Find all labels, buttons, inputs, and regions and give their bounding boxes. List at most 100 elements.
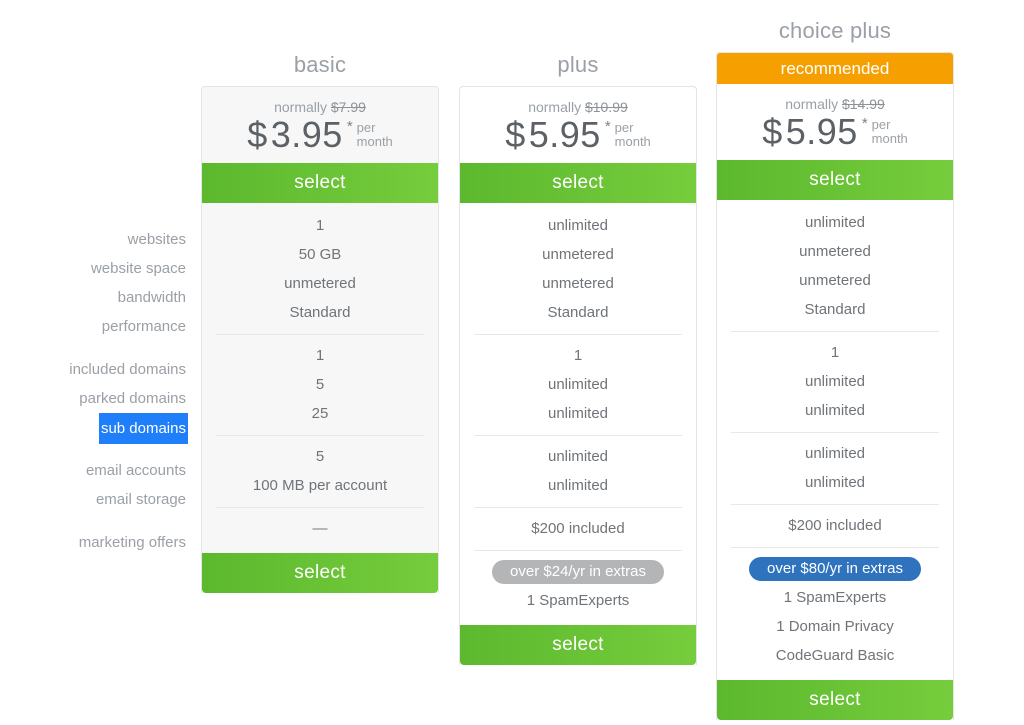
label-group-gap	[0, 341, 186, 355]
feature-label-text: performance	[101, 318, 186, 335]
divider-rule	[474, 334, 682, 335]
price-value: 5.95	[528, 114, 601, 155]
plan-card-plus: normally $10.99 $5.95 * per month select…	[459, 86, 697, 665]
price-amount-basic: $3.95	[247, 117, 343, 153]
normally-prefix: normally	[274, 99, 327, 115]
label-group-gap	[0, 442, 186, 456]
normally-price-choice-plus: normally $14.99	[717, 96, 953, 112]
month-text: month	[871, 131, 908, 146]
per-text: per	[614, 120, 634, 135]
price-value: 5.95	[785, 111, 858, 152]
feature-value-included-domains: 1	[573, 347, 583, 364]
divider-rule	[474, 435, 682, 436]
feature-divider	[717, 497, 953, 511]
per-month-basic: per month	[357, 117, 393, 149]
feature-value-email-storage: 100 MB per account	[252, 477, 388, 494]
normally-struck-price: $7.99	[330, 99, 366, 115]
feature-label-text: bandwidth	[117, 289, 186, 306]
month-text: month	[614, 134, 651, 149]
select-button-plus-bottom[interactable]: select	[460, 625, 696, 665]
feature-value-website-space: unmetered	[542, 246, 614, 263]
normally-struck-price: $14.99	[841, 96, 885, 112]
feature-value-bandwidth: unmetered	[799, 272, 871, 289]
per-month-plus: per month	[615, 117, 651, 149]
feature-label-email-storage: email storage	[0, 485, 186, 514]
feature-list-choice-plus: unlimited unmetered unmetered Standard 1…	[717, 200, 953, 680]
feature-top-pad	[460, 203, 696, 211]
select-button-choice-plus-top[interactable]: select	[717, 160, 953, 200]
feature-label-sub-domains[interactable]: sub domains	[0, 413, 188, 444]
feature-value-parked-domains: unlimited	[804, 373, 866, 390]
feature-value-sub-domains: unlimited	[547, 405, 609, 422]
divider-rule	[474, 550, 682, 551]
feature-list-plus: unlimited unmetered unmetered Standard 1…	[460, 203, 696, 625]
feature-divider	[717, 540, 953, 554]
feature-value-performance: Standard	[804, 301, 866, 318]
feature-value-bandwidth: unmetered	[284, 275, 356, 292]
feature-divider	[460, 500, 696, 514]
feature-value-email-storage: unlimited	[804, 474, 866, 491]
feature-label-parked-domains: parked domains	[0, 384, 186, 413]
select-button-choice-plus-bottom[interactable]: select	[717, 680, 953, 720]
currency-symbol: $	[762, 111, 783, 152]
feature-value-marketing-offers: $200 included	[531, 520, 625, 537]
feature-label-websites: websites	[0, 225, 186, 254]
feature-value-websites: unlimited	[804, 214, 866, 231]
plan-card-choice-plus: recommended normally $14.99 $5.95 * per …	[716, 52, 954, 720]
price-block-plus: normally $10.99 $5.95 * per month	[460, 87, 696, 163]
price-amount-plus: $5.95	[505, 117, 601, 153]
price-block-basic: normally $7.99 $3.95 * per month	[202, 87, 438, 163]
feature-value-website-space: 50 GB	[298, 246, 342, 263]
extras-pill-row-choice-plus: over $80/yr in extras	[717, 554, 953, 583]
price-asterisk: *	[604, 118, 611, 135]
select-button-basic-top[interactable]: select	[202, 163, 438, 203]
feature-value-sub-domains: 25	[311, 405, 329, 422]
feature-value-performance: Standard	[547, 304, 609, 321]
extras-item-spamexperts: 1 SpamExperts	[526, 592, 630, 609]
feature-value-included-domains: 1	[830, 344, 840, 361]
label-group-gap	[0, 514, 186, 528]
feature-value-email-accounts: 5	[315, 448, 325, 465]
select-button-plus-top[interactable]: select	[460, 163, 696, 203]
feature-label-text-selected: sub domains	[98, 413, 188, 444]
divider-rule	[731, 432, 939, 433]
divider-rule	[731, 331, 939, 332]
feature-value-parked-domains: 5	[315, 376, 325, 393]
price-asterisk: *	[861, 115, 868, 132]
plan-column-plus: plus normally $10.99 $5.95 * per month s…	[459, 52, 697, 665]
plan-column-basic: basic normally $7.99 $3.95 * per month s…	[201, 52, 439, 593]
normally-price-basic: normally $7.99	[202, 99, 438, 115]
price-line-choice-plus: $5.95 * per month	[717, 114, 953, 150]
extras-pill-choice-plus[interactable]: over $80/yr in extras	[749, 556, 921, 581]
feature-value-email-storage: unlimited	[547, 477, 609, 494]
feature-value-email-accounts: unlimited	[804, 445, 866, 462]
plan-title-choice-plus: choice plus	[778, 18, 892, 43]
extras-item-codeguard-basic: CodeGuard Basic	[775, 647, 895, 664]
feature-label-text: email accounts	[85, 462, 186, 479]
plan-column-choice-plus: choice plus recommended normally $14.99 …	[716, 18, 954, 720]
feature-label-included-domains: included domains	[0, 355, 186, 384]
feature-label-text: websites	[127, 231, 186, 248]
divider-rule	[474, 507, 682, 508]
feature-value-bandwidth: unmetered	[542, 275, 614, 292]
feature-bottom-pad	[460, 615, 696, 625]
feature-value-performance: Standard	[289, 304, 351, 321]
divider-rule	[731, 547, 939, 548]
feature-divider	[717, 324, 953, 338]
divider-rule	[216, 435, 424, 436]
normally-prefix: normally	[785, 96, 839, 112]
feature-value-email-accounts: unlimited	[547, 448, 609, 465]
feature-divider	[717, 425, 953, 439]
feature-label-text: parked domains	[79, 390, 186, 407]
feature-top-pad	[202, 203, 438, 211]
feature-label-website-space: website space	[0, 254, 186, 283]
feature-value-sub-domains: unlimited	[804, 402, 866, 419]
extras-pill-plus[interactable]: over $24/yr in extras	[492, 559, 664, 584]
pricing-table: websites website space bandwidth perform…	[0, 0, 1024, 725]
feature-label-text: marketing offers	[78, 534, 186, 551]
feature-value-marketing-offers: $200 included	[788, 517, 882, 534]
feature-value-parked-domains: unlimited	[547, 376, 609, 393]
normally-price-plus: normally $10.99	[460, 99, 696, 115]
feature-label-bandwidth: bandwidth	[0, 283, 186, 312]
select-button-basic-bottom[interactable]: select	[202, 553, 438, 593]
